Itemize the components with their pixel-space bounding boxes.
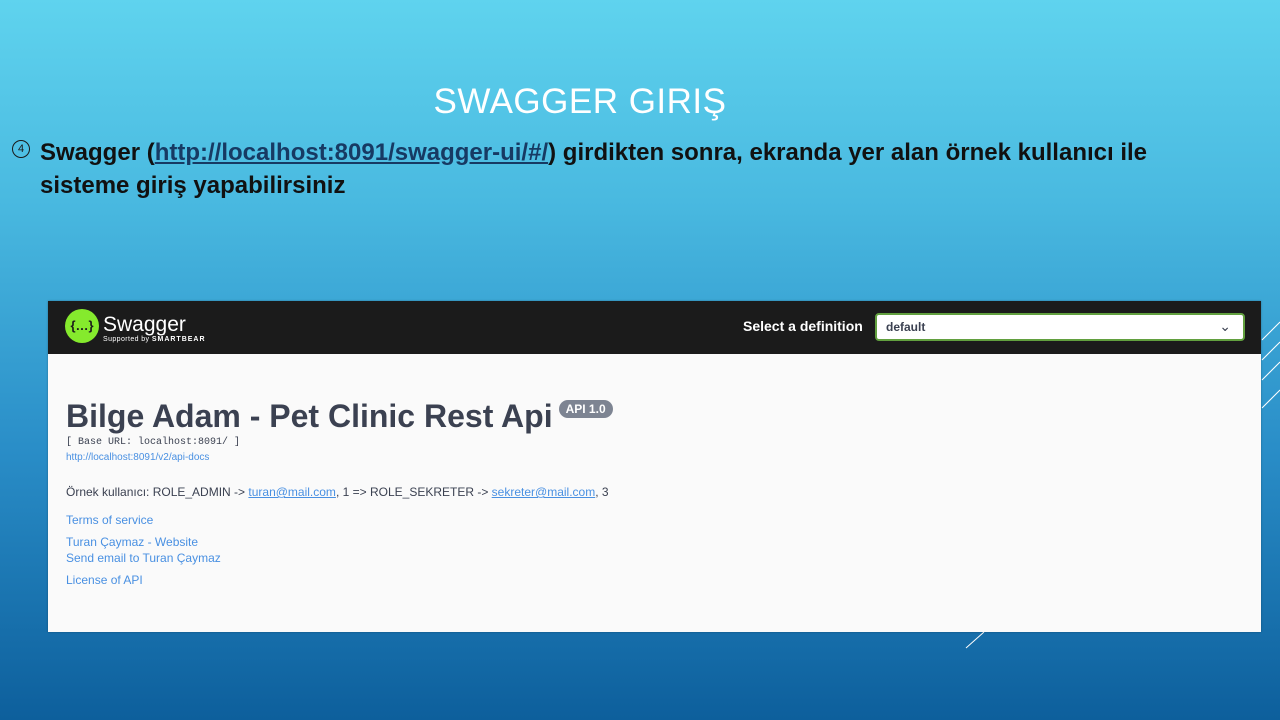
definition-select[interactable]: default ⌄ <box>875 313 1245 341</box>
api-info: Bilge Adam - Pet Clinic Rest Api API 1.0 … <box>66 398 1241 587</box>
slide-title: SWAGGER GIRIŞ <box>433 82 727 121</box>
supported-by-text: Supported by <box>103 336 150 343</box>
api-docs-link[interactable]: http://localhost:8091/v2/api-docs <box>66 452 1241 463</box>
swagger-topbar: {…} Swagger Supported by SMARTBEAR Selec… <box>48 301 1261 354</box>
bullet-item: 4 Swagger (http://localhost:8091/swagger… <box>12 136 1212 202</box>
api-title: Bilge Adam - Pet Clinic Rest Api <box>66 398 553 434</box>
swagger-logo-icon[interactable]: {…} <box>65 309 99 343</box>
desc-part3: , 3 <box>595 485 609 499</box>
swagger-brand[interactable]: Swagger <box>103 313 186 337</box>
swagger-screenshot: {…} Swagger Supported by SMARTBEAR Selec… <box>48 301 1261 632</box>
swagger-supported-by: Supported by SMARTBEAR <box>103 336 206 343</box>
base-url: [ Base URL: localhost:8091/ ] <box>66 437 241 448</box>
website-link[interactable]: Turan Çaymaz - Website <box>66 535 1241 549</box>
chevron-down-icon: ⌄ <box>1219 318 1231 334</box>
send-email-link[interactable]: Send email to Turan Çaymaz <box>66 551 1241 565</box>
terms-of-service-link[interactable]: Terms of service <box>66 513 1241 527</box>
sekreter-email-link[interactable]: sekreter@mail.com <box>492 485 596 499</box>
bullet-text: Swagger (http://localhost:8091/swagger-u… <box>40 136 1160 202</box>
swagger-url-link[interactable]: http://localhost:8091/swagger-ui/#/ <box>155 139 548 166</box>
smartbear-text: SMARTBEAR <box>151 336 206 343</box>
bullet-prefix: Swagger ( <box>40 139 155 166</box>
bullet-marker: 4 <box>12 140 30 158</box>
select-definition-label: Select a definition <box>743 318 863 334</box>
api-version-badge: API 1.0 <box>558 400 613 418</box>
desc-part2: , 1 => ROLE_SEKRETER -> <box>335 485 492 499</box>
desc-part1: Örnek kullanıcı: ROLE_ADMIN -> <box>66 485 249 499</box>
api-description: Örnek kullanıcı: ROLE_ADMIN -> turan@mai… <box>66 485 1241 499</box>
admin-email-link[interactable]: turan@mail.com <box>248 485 336 499</box>
license-link[interactable]: License of API <box>66 573 1241 587</box>
definition-select-value: default <box>886 320 926 334</box>
